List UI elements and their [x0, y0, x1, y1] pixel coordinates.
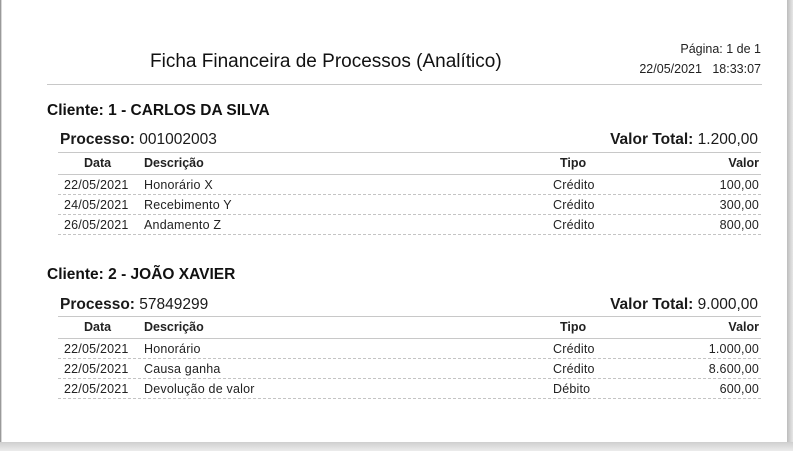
row-date: 22/05/2021 — [64, 178, 129, 192]
page-number: Página: 1 de 1 — [680, 42, 761, 56]
total-value: 1.200,00 — [697, 131, 758, 148]
row-value: 600,00 — [719, 382, 759, 396]
total-line: Valor Total: 1.200,00 — [610, 131, 758, 149]
row-description: Devolução de valor — [144, 382, 255, 396]
header-divider — [47, 84, 762, 85]
row-description: Recebimento Y — [144, 198, 232, 212]
total-value: 9.000,00 — [697, 296, 758, 313]
row-separator — [58, 214, 761, 215]
row-description: Honorário — [144, 342, 201, 356]
row-date: 24/05/2021 — [64, 198, 129, 212]
row-description: Andamento Z — [144, 218, 222, 232]
table-header-rule — [58, 338, 761, 339]
page-bottom-shadow — [0, 442, 793, 451]
total-label: Valor Total: — [610, 296, 694, 313]
table-header-rule — [58, 174, 761, 175]
column-header-description: Descrição — [144, 156, 204, 170]
process-label: Processo: — [60, 296, 135, 313]
row-date: 22/05/2021 — [64, 382, 129, 396]
column-header-date: Data — [84, 156, 112, 170]
page-right-shadow — [787, 0, 793, 451]
row-type: Crédito — [553, 362, 595, 376]
row-description: Causa ganha — [144, 362, 221, 376]
row-date: 22/05/2021 — [64, 362, 129, 376]
row-description: Honorário X — [144, 178, 213, 192]
process-number: 001002003 — [139, 131, 217, 148]
column-header-type: Tipo — [560, 320, 587, 334]
row-type: Débito — [553, 382, 591, 396]
row-type: Crédito — [553, 218, 595, 232]
table-top-rule — [58, 152, 761, 153]
process-label: Processo: — [60, 131, 135, 148]
row-type: Crédito — [553, 198, 595, 212]
row-type: Crédito — [553, 178, 595, 192]
row-separator — [58, 378, 761, 379]
column-header-description: Descrição — [144, 320, 204, 334]
row-value: 8.600,00 — [708, 362, 759, 376]
row-separator — [58, 194, 761, 195]
column-header-value: Valor — [728, 320, 759, 334]
row-type: Crédito — [553, 342, 595, 356]
process-number: 57849299 — [139, 296, 209, 313]
report-date-time: 22/05/2021 18:33:07 — [639, 62, 761, 76]
row-date: 26/05/2021 — [64, 218, 129, 232]
row-separator — [58, 234, 761, 235]
row-separator — [58, 398, 761, 399]
row-value: 100,00 — [719, 178, 759, 192]
client-title: Cliente: 2 - JOÃO XAVIER — [47, 266, 236, 283]
total-label: Valor Total: — [610, 131, 694, 148]
process-line: Processo: 001002003 — [60, 131, 217, 149]
process-line: Processo: 57849299 — [60, 296, 208, 314]
page-left-border-inner — [1, 0, 2, 451]
column-header-value: Valor — [728, 156, 759, 170]
row-value: 800,00 — [719, 218, 759, 232]
column-header-date: Data — [84, 320, 112, 334]
row-value: 300,00 — [719, 198, 759, 212]
row-date: 22/05/2021 — [64, 342, 129, 356]
column-header-type: Tipo — [560, 156, 587, 170]
row-value: 1.000,00 — [708, 342, 759, 356]
report-title: Ficha Financeira de Processos (Analítico… — [150, 51, 502, 72]
client-title: Cliente: 1 - CARLOS DA SILVA — [47, 102, 270, 119]
total-line: Valor Total: 9.000,00 — [610, 296, 758, 314]
table-top-rule — [58, 316, 761, 317]
row-separator — [58, 358, 761, 359]
